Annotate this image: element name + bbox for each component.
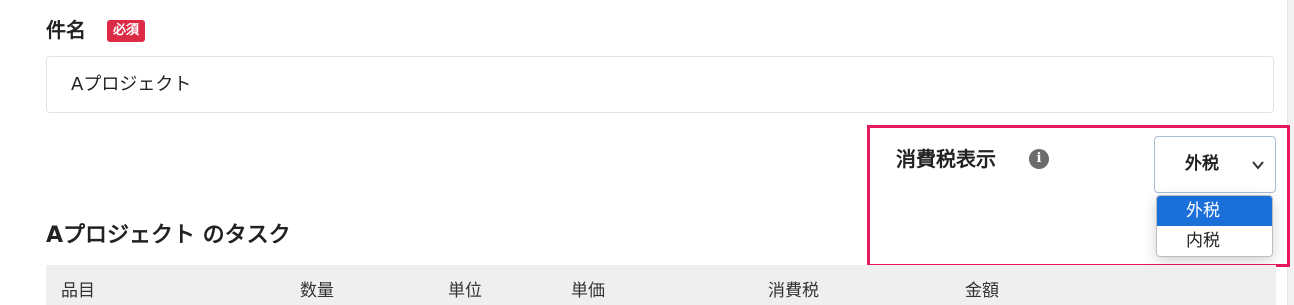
chevron-down-icon: [1252, 161, 1264, 170]
tax-display-label: 消費税表示: [896, 147, 996, 171]
option-uchi-zei[interactable]: 内税: [1157, 226, 1272, 256]
column-header-tax: 消費税: [768, 281, 819, 301]
tax-display-options: 外税 内税: [1156, 195, 1273, 257]
column-header-quantity: 数量: [300, 281, 334, 301]
page: 件名 必須 Aプロジェクト 消費税表示 i 外税 外税 内税 Aプロジェクト の…: [0, 0, 1294, 305]
column-header-unit-price: 単価: [571, 281, 605, 301]
project-name-label: 件名: [46, 18, 86, 42]
column-header-item: 品目: [61, 281, 95, 301]
required-badge: 必須: [107, 20, 146, 42]
column-header-amount: 金額: [965, 281, 999, 301]
column-header-unit: 単位: [448, 281, 482, 301]
tax-display-select[interactable]: 外税: [1154, 136, 1276, 193]
task-table-header: 品目 数量 単位 単価 消費税 金額: [46, 265, 1276, 305]
option-soto-zei[interactable]: 外税: [1157, 196, 1272, 226]
tax-display-selected-value: 外税: [1185, 154, 1219, 174]
project-name-input[interactable]: Aプロジェクト: [46, 56, 1274, 113]
task-section-title: Aプロジェクト のタスク: [46, 223, 291, 248]
info-icon[interactable]: i: [1029, 149, 1049, 169]
